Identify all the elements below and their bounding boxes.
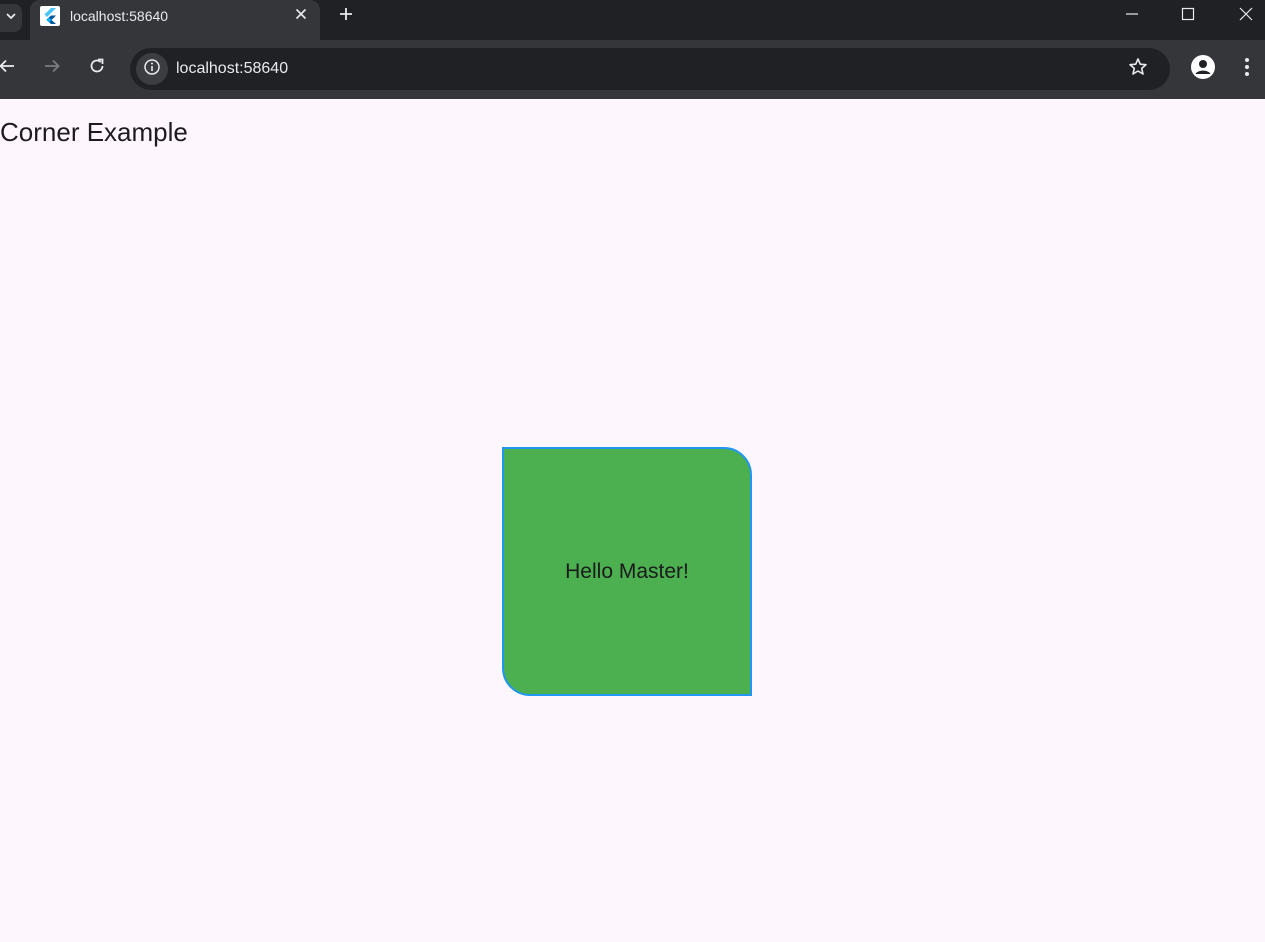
close-icon bbox=[295, 7, 307, 25]
browser-toolbar: localhost:58640 bbox=[0, 40, 1265, 99]
reload-icon bbox=[88, 57, 106, 80]
site-info-button[interactable] bbox=[136, 53, 168, 85]
box-text: Hello Master! bbox=[565, 559, 689, 583]
minimize-icon bbox=[1125, 7, 1139, 26]
maximize-icon bbox=[1181, 7, 1195, 26]
page-title: Corner Example bbox=[0, 117, 188, 147]
maximize-button[interactable] bbox=[1160, 0, 1216, 32]
arrow-left-icon bbox=[0, 57, 16, 80]
star-icon bbox=[1128, 57, 1148, 82]
close-icon bbox=[1239, 7, 1253, 26]
new-tab-button[interactable] bbox=[333, 3, 359, 29]
url-text[interactable]: localhost:58640 bbox=[176, 58, 288, 80]
page-viewport: Corner Example Hello Master! bbox=[0, 99, 1265, 942]
tab-title: localhost:58640 bbox=[70, 8, 169, 24]
browser-menu-button[interactable] bbox=[1236, 55, 1258, 83]
browser-tab[interactable]: localhost:58640 bbox=[30, 0, 320, 40]
arrow-right-icon bbox=[43, 57, 61, 80]
back-button[interactable] bbox=[0, 52, 23, 84]
tab-close-button[interactable] bbox=[290, 5, 312, 27]
browser-titlebar: localhost:58640 bbox=[0, 0, 1265, 40]
address-bar[interactable]: localhost:58640 bbox=[130, 48, 1170, 90]
close-window-button[interactable] bbox=[1218, 0, 1265, 32]
corner-box: Hello Master! bbox=[502, 447, 752, 696]
plus-icon bbox=[338, 6, 354, 27]
more-vertical-icon bbox=[1244, 57, 1250, 82]
profile-button[interactable] bbox=[1189, 54, 1217, 85]
flutter-logo-icon bbox=[40, 6, 60, 26]
minimize-button[interactable] bbox=[1104, 0, 1160, 32]
forward-button[interactable] bbox=[36, 52, 68, 84]
tab-search-button[interactable] bbox=[0, 4, 22, 32]
info-icon bbox=[143, 58, 161, 81]
chevron-down-icon bbox=[5, 9, 17, 27]
account-icon bbox=[1190, 54, 1216, 85]
bookmark-button[interactable] bbox=[1126, 57, 1150, 81]
reload-button[interactable] bbox=[81, 52, 113, 84]
